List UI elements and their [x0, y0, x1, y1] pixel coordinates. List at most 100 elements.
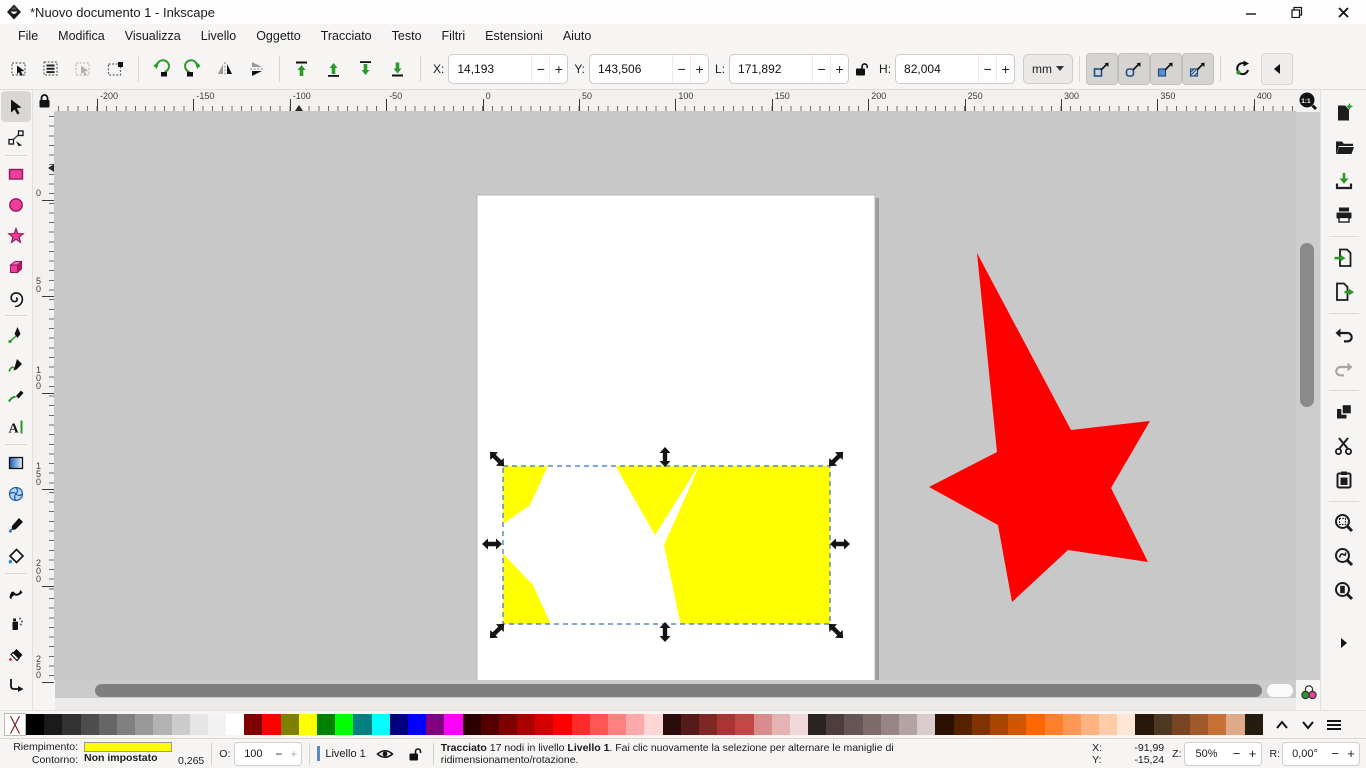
rotate-cw-button[interactable]	[177, 53, 209, 85]
y-value[interactable]: 143,506	[590, 62, 672, 76]
stroke-value[interactable]: Non impostato	[84, 752, 172, 765]
tool-ellipse[interactable]	[1, 189, 31, 220]
height-increment-button[interactable]: +	[996, 55, 1014, 83]
flip-horizontal-button[interactable]	[209, 53, 241, 85]
tool-spiral[interactable]	[1, 282, 31, 313]
menu-filtri[interactable]: Filtri	[432, 26, 476, 46]
y-decrement-button[interactable]: −	[672, 55, 690, 83]
palette-swatch[interactable]	[899, 714, 917, 735]
tool-pencil[interactable]	[1, 349, 31, 380]
palette-swatch[interactable]	[663, 714, 681, 735]
palette-swatch[interactable]	[81, 714, 99, 735]
zoom-drawing-button[interactable]	[1327, 540, 1361, 574]
palette-swatch[interactable]	[1135, 714, 1153, 735]
raise-button[interactable]	[318, 53, 350, 85]
tool-star[interactable]	[1, 220, 31, 251]
palette-swatch[interactable]	[754, 714, 772, 735]
unit-dropdown[interactable]: mm	[1023, 54, 1073, 84]
palette-swatch[interactable]	[681, 714, 699, 735]
palette-swatch[interactable]	[26, 714, 44, 735]
v-scrollbar-thumb[interactable]	[1300, 243, 1314, 407]
palette-swatch[interactable]	[626, 714, 644, 735]
palette-swatch[interactable]	[372, 714, 390, 735]
palette-swatch[interactable]	[717, 714, 735, 735]
opacity-decrement-button[interactable]: −	[271, 747, 286, 761]
palette-swatch[interactable]	[408, 714, 426, 735]
palette-swatch[interactable]	[172, 714, 190, 735]
palette-swatch[interactable]	[954, 714, 972, 735]
deselect-button[interactable]	[68, 53, 100, 85]
palette-scroll-down-button[interactable]	[1295, 714, 1321, 736]
export-button[interactable]	[1327, 275, 1361, 309]
palette-swatch[interactable]	[735, 714, 753, 735]
y-increment-button[interactable]: +	[690, 55, 708, 83]
tool-box-3d[interactable]	[1, 251, 31, 282]
expand-commands-icon[interactable]	[1327, 626, 1361, 660]
tool-gradient[interactable]	[1, 447, 31, 478]
palette-swatch[interactable]	[1172, 714, 1190, 735]
palette-swatch[interactable]	[1226, 714, 1244, 735]
palette-scroll-up-button[interactable]	[1269, 714, 1295, 736]
menu-visualizza[interactable]: Visualizza	[115, 26, 191, 46]
save-button[interactable]	[1327, 164, 1361, 198]
palette-swatch[interactable]	[153, 714, 171, 735]
menu-livello[interactable]: Livello	[191, 26, 246, 46]
current-layer-name[interactable]: Livello 1	[325, 748, 365, 760]
canvas-viewport[interactable]	[55, 112, 1296, 680]
palette-swatch[interactable]	[335, 714, 353, 735]
flip-vertical-button[interactable]	[241, 53, 273, 85]
zoom-selection-button[interactable]	[1327, 506, 1361, 540]
tool-rectangle[interactable]	[1, 158, 31, 189]
palette-swatch[interactable]	[62, 714, 80, 735]
undo-button[interactable]	[1327, 318, 1361, 352]
x-decrement-button[interactable]: −	[531, 55, 549, 83]
palette-swatch[interactable]	[190, 714, 208, 735]
tool-text[interactable]: A	[1, 411, 31, 442]
layer-unlock-icon[interactable]	[404, 745, 426, 763]
v-ruler[interactable]: 05 01 0 01 5 02 0 02 5 0	[33, 112, 55, 680]
lower-to-bottom-button[interactable]	[382, 53, 414, 85]
palette-swatch[interactable]	[1063, 714, 1081, 735]
palette-swatch[interactable]	[699, 714, 717, 735]
tool-dropper[interactable]	[1, 509, 31, 540]
tool-connector[interactable]	[1, 669, 31, 700]
palette-swatch[interactable]	[990, 714, 1008, 735]
redo-button[interactable]	[1327, 352, 1361, 386]
zoom-value[interactable]: 50%	[1185, 748, 1229, 760]
selection-bbox-button[interactable]	[100, 53, 132, 85]
stroke-width-value[interactable]: 0,265	[178, 755, 204, 768]
rotation-decrement-button[interactable]: −	[1327, 746, 1343, 761]
menu-testo[interactable]: Testo	[382, 26, 432, 46]
h-ruler[interactable]: -200-150-100-50050100150200250300350400	[55, 90, 1296, 112]
palette-swatch[interactable]	[281, 714, 299, 735]
palette-swatch[interactable]	[426, 714, 444, 735]
tool-node-editor[interactable]	[1, 122, 31, 153]
minimize-button[interactable]	[1228, 0, 1274, 24]
menu-estensioni[interactable]: Estensioni	[475, 26, 553, 46]
palette-swatch[interactable]	[499, 714, 517, 735]
tool-mesh[interactable]	[1, 478, 31, 509]
lock-guides-icon[interactable]	[33, 90, 55, 112]
palette-swatch[interactable]	[535, 714, 553, 735]
select-all-button[interactable]	[4, 53, 36, 85]
menu-modifica[interactable]: Modifica	[48, 26, 115, 46]
open-button[interactable]	[1327, 130, 1361, 164]
close-button[interactable]	[1320, 0, 1366, 24]
palette-swatch[interactable]	[244, 714, 262, 735]
width-increment-button[interactable]: +	[830, 55, 848, 83]
scale-corners-toggle[interactable]	[1118, 53, 1150, 85]
width-decrement-button[interactable]: −	[812, 55, 830, 83]
scale-stroke-toggle[interactable]	[1086, 53, 1118, 85]
rotation-reset-icon[interactable]	[1227, 53, 1259, 85]
v-scrollbar[interactable]	[1296, 112, 1320, 680]
palette-swatch[interactable]	[1099, 714, 1117, 735]
palette-swatch[interactable]	[1245, 714, 1263, 735]
palette-swatch[interactable]	[972, 714, 990, 735]
palette-swatch[interactable]	[590, 714, 608, 735]
palette-swatch[interactable]	[208, 714, 226, 735]
palette-swatch[interactable]	[1190, 714, 1208, 735]
maximize-button[interactable]	[1274, 0, 1320, 24]
palette-swatch[interactable]	[572, 714, 590, 735]
palette-swatch[interactable]	[881, 714, 899, 735]
paste-button[interactable]	[1327, 463, 1361, 497]
